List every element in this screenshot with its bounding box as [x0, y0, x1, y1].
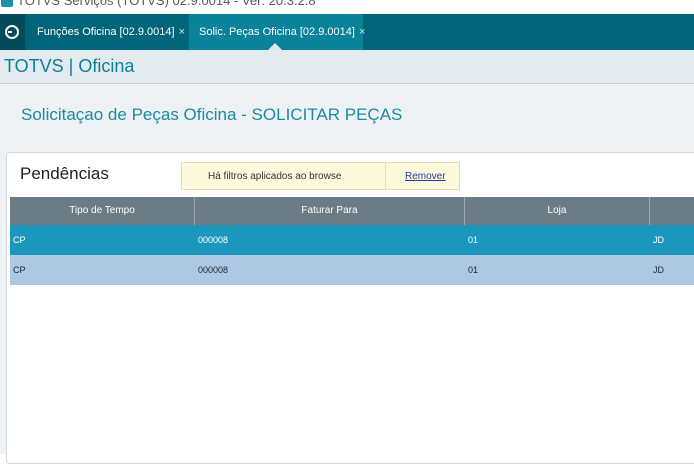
cell-tipo-de-tempo: CP	[13, 265, 26, 275]
tab-label: Funções Oficina [02.9.0014]	[37, 26, 175, 38]
cell-faturar-para: 000008	[198, 265, 229, 275]
divider	[385, 163, 386, 189]
column-header-faturar-para[interactable]: Faturar Para	[195, 197, 465, 225]
cell-extra: JD	[653, 265, 664, 275]
refresh-icon	[5, 25, 19, 39]
tab-funcoes-oficina[interactable]: Funções Oficina [02.9.0014] ×	[27, 14, 188, 50]
cell-tipo-de-tempo: CP	[13, 235, 26, 245]
filter-notice: Há filtros aplicados ao browse Remover	[181, 162, 460, 190]
app-header: TOTVS | Oficina	[0, 50, 694, 84]
close-icon[interactable]: ×	[179, 26, 185, 38]
app-title: TOTVS | Oficina	[4, 56, 135, 76]
cell-loja: 01	[468, 265, 479, 275]
column-header-loja[interactable]: Loja	[465, 197, 650, 225]
column-header-extra[interactable]	[650, 197, 694, 225]
window-titlebar: TOTVS Serviços (TOTVS) 02.9.0014 - Ver: …	[0, 0, 694, 14]
tab-solic-pecas-oficina[interactable]: Solic. Peças Oficina [02.9.0014] ×	[189, 14, 365, 50]
filter-notice-text: Há filtros aplicados ao browse	[208, 171, 342, 182]
tab-bar: Funções Oficina [02.9.0014] × Solic. Peç…	[0, 14, 694, 50]
close-icon[interactable]: ×	[359, 26, 365, 38]
app-icon	[1, 0, 13, 7]
column-header-tipo-de-tempo[interactable]: Tipo de Tempo	[10, 197, 195, 225]
cell-extra: JD	[653, 235, 664, 245]
tab-label: Solic. Peças Oficina [02.9.0014]	[199, 26, 355, 38]
table-row[interactable]: CP 000008 01 JD	[10, 225, 694, 255]
cell-loja: 01	[468, 235, 479, 245]
grid-header: Tipo de Tempo Faturar Para Loja	[10, 197, 694, 225]
window-title: TOTVS Serviços (TOTVS) 02.9.0014 - Ver: …	[17, 0, 316, 8]
remove-filter-link[interactable]: Remover	[405, 171, 446, 182]
page-title: Solicitaçao de Peças Oficina - SOLICITAR…	[21, 105, 403, 124]
home-button[interactable]	[0, 14, 25, 50]
panel-title: Pendências	[20, 164, 109, 183]
cell-faturar-para: 000008	[198, 235, 229, 245]
table-row[interactable]: CP 000008 01 JD	[10, 255, 694, 285]
